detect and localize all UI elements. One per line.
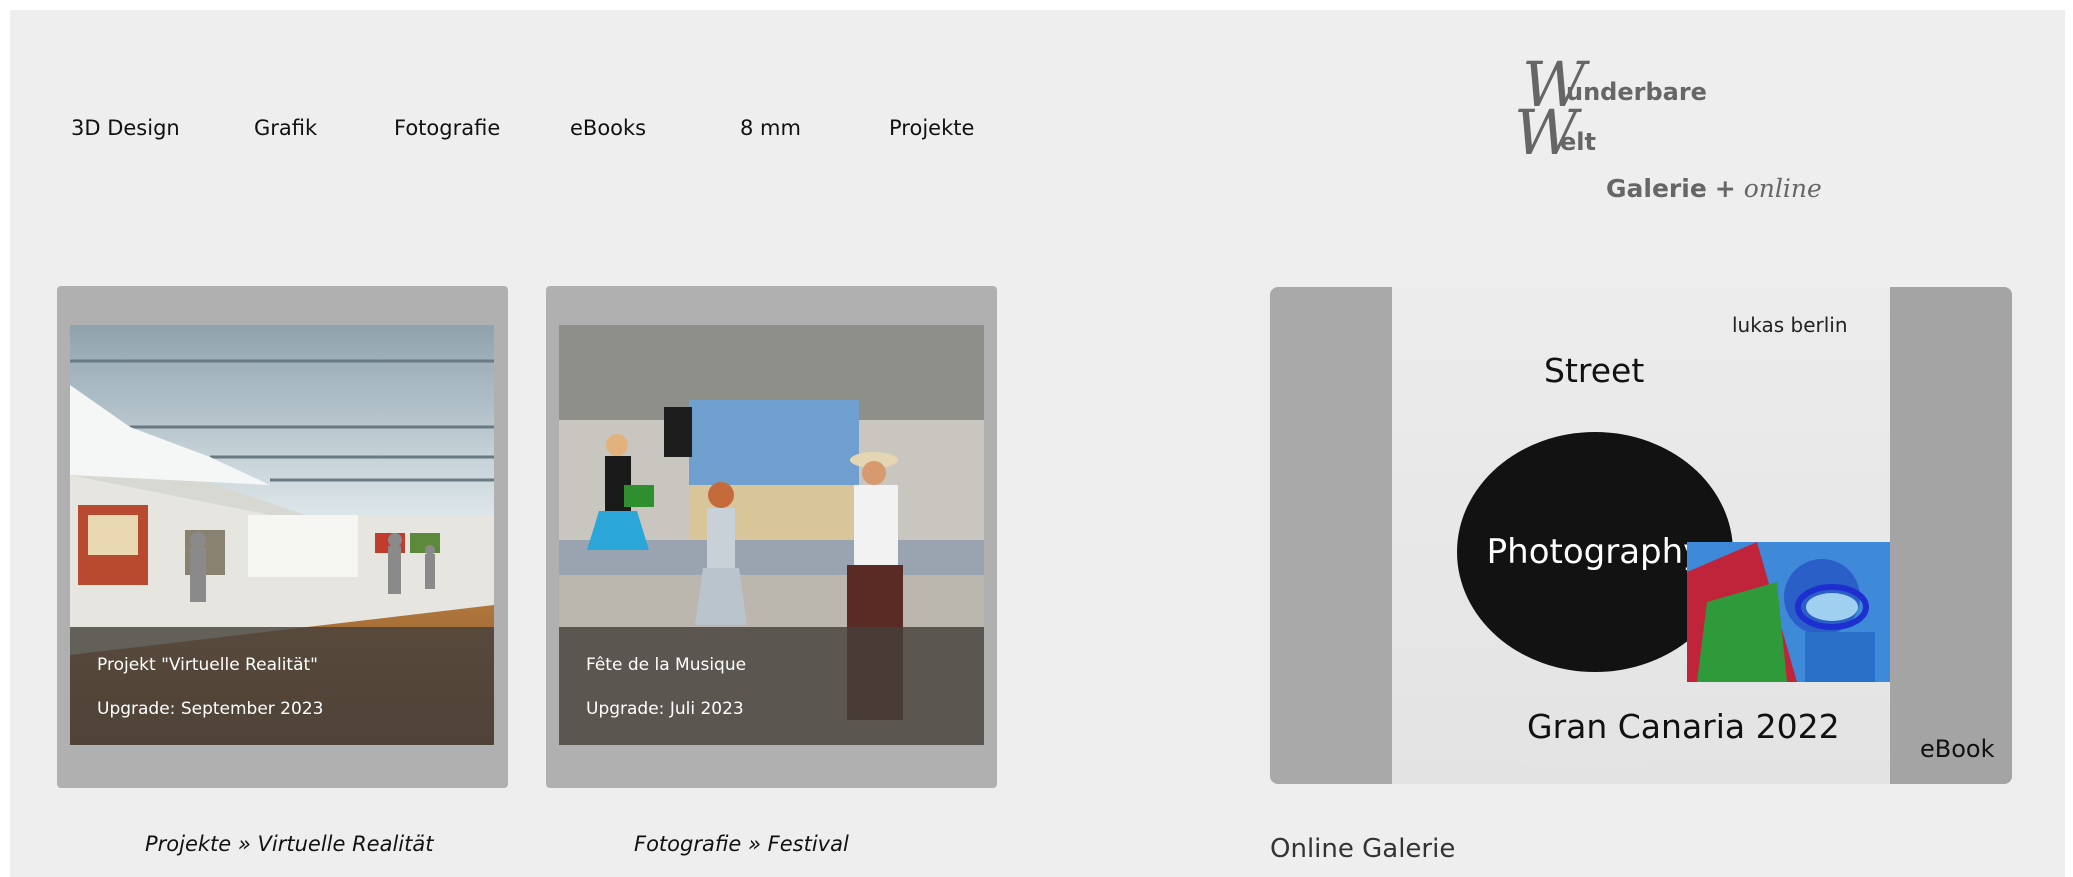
ebook-badge: eBook — [1920, 735, 1995, 763]
snorkel-mask-image — [1687, 542, 1890, 682]
virtual-gallery-image: Projekt "Virtuelle Realität" Upgrade: Se… — [70, 325, 494, 745]
online-gallery-link[interactable]: Online Galerie — [1270, 834, 1455, 864]
ebook-subtitle: Gran Canaria 2022 — [1527, 707, 1840, 746]
nav-item-projekte[interactable]: Projekte — [889, 116, 974, 140]
dancing-couple-image: Fête de la Musique Upgrade: Juli 2023 — [559, 325, 984, 745]
card-caption: Projekt "Virtuelle Realität" Upgrade: Se… — [70, 627, 494, 745]
ebook-cover[interactable]: lukas berlin Street Photography Gran Can… — [1270, 287, 2012, 784]
logo-tagline: Galerie + online — [1606, 174, 1822, 203]
site-logo[interactable]: W underbare W elt Galerie + online — [1510, 50, 1850, 210]
nav-item-8mm[interactable]: 8 mm — [740, 116, 801, 140]
ebook-author: lukas berlin — [1732, 313, 1848, 337]
nav-item-ebooks[interactable]: eBooks — [570, 116, 646, 140]
nav-item-fotografie[interactable]: Fotografie — [394, 116, 500, 140]
card-caption: Fête de la Musique Upgrade: Juli 2023 — [559, 627, 984, 745]
nav-item-grafik[interactable]: Grafik — [254, 116, 317, 140]
card-subtitle: Upgrade: September 2023 — [97, 699, 324, 719]
logo-word-2: elt — [1560, 128, 1596, 156]
logo-tagline-online: online — [1743, 174, 1822, 203]
card-virtual-reality[interactable]: Projekt "Virtuelle Realität" Upgrade: Se… — [57, 286, 508, 788]
logo-word-1: underbare — [1566, 78, 1707, 106]
card-festival[interactable]: Fête de la Musique Upgrade: Juli 2023 — [546, 286, 997, 788]
logo-tagline-galerie: Galerie — [1606, 174, 1707, 203]
ebook-title-top: Street — [1544, 351, 1645, 390]
card-subtitle: Upgrade: Juli 2023 — [586, 699, 744, 719]
card-title: Projekt "Virtuelle Realität" — [97, 655, 318, 675]
card-link-festival[interactable]: Fotografie » Festival — [634, 832, 849, 856]
ebook-right-margin — [1890, 287, 2012, 784]
card-title: Fête de la Musique — [586, 655, 747, 675]
card-link-virtual-reality[interactable]: Projekte » Virtuelle Realität — [145, 832, 433, 856]
nav-item-3d-design[interactable]: 3D Design — [71, 116, 180, 140]
logo-tagline-plus: + — [1714, 174, 1736, 203]
ebook-page: lukas berlin Street Photography Gran Can… — [1392, 287, 1890, 784]
